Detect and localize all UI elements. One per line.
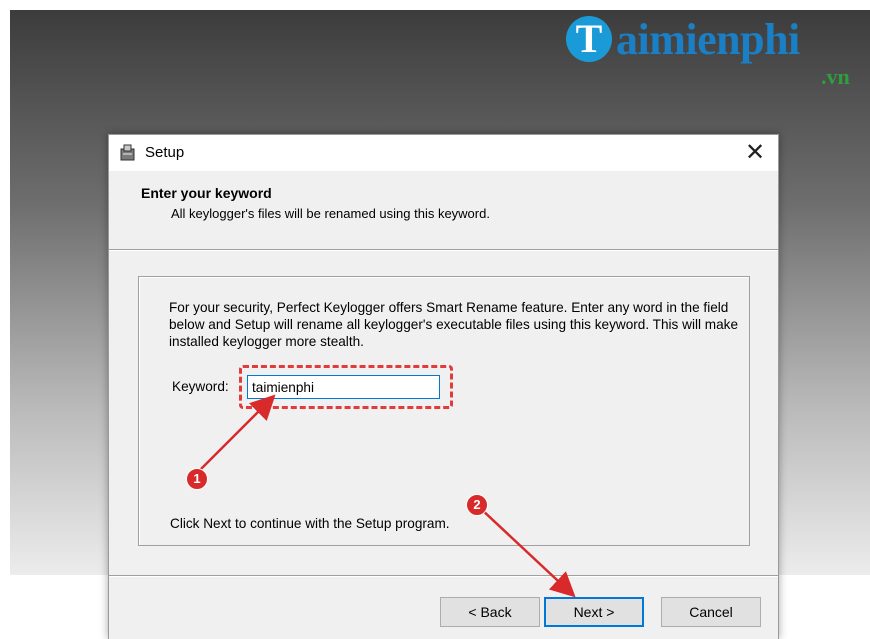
logo-mark: T bbox=[566, 16, 612, 62]
header-divider bbox=[109, 249, 778, 251]
content-panel: For your security, Perfect Keylogger off… bbox=[138, 276, 750, 546]
setup-dialog: Setup ✕ Enter your keyword All keylogger… bbox=[108, 134, 779, 639]
feature-description: For your security, Perfect Keylogger off… bbox=[169, 300, 739, 349]
next-button[interactable]: Next > bbox=[544, 597, 644, 627]
logo-domain: .vn bbox=[821, 64, 850, 89]
logo-text: aimienphi bbox=[616, 15, 800, 64]
watermark-logo: T aimienphi .vn bbox=[566, 12, 870, 92]
page-title: Enter your keyword bbox=[141, 185, 272, 201]
page-subtitle: All keylogger's files will be renamed us… bbox=[171, 206, 490, 221]
window-title: Setup bbox=[145, 144, 185, 161]
setup-package-icon bbox=[119, 143, 137, 163]
step-1-badge: 1 bbox=[186, 468, 208, 490]
continue-instruction: Click Next to continue with the Setup pr… bbox=[170, 516, 450, 531]
back-button[interactable]: < Back bbox=[440, 597, 540, 627]
close-icon: ✕ bbox=[744, 139, 766, 166]
step-2-badge: 2 bbox=[466, 494, 488, 516]
cancel-button[interactable]: Cancel bbox=[661, 597, 761, 627]
wizard-header: Enter your keyword All keylogger's files… bbox=[109, 171, 778, 249]
footer-divider bbox=[109, 575, 778, 577]
close-button[interactable]: ✕ bbox=[732, 135, 778, 171]
keyword-label: Keyword: bbox=[172, 379, 229, 394]
title-bar[interactable]: Setup ✕ bbox=[109, 135, 778, 171]
keyword-input[interactable] bbox=[247, 375, 440, 399]
